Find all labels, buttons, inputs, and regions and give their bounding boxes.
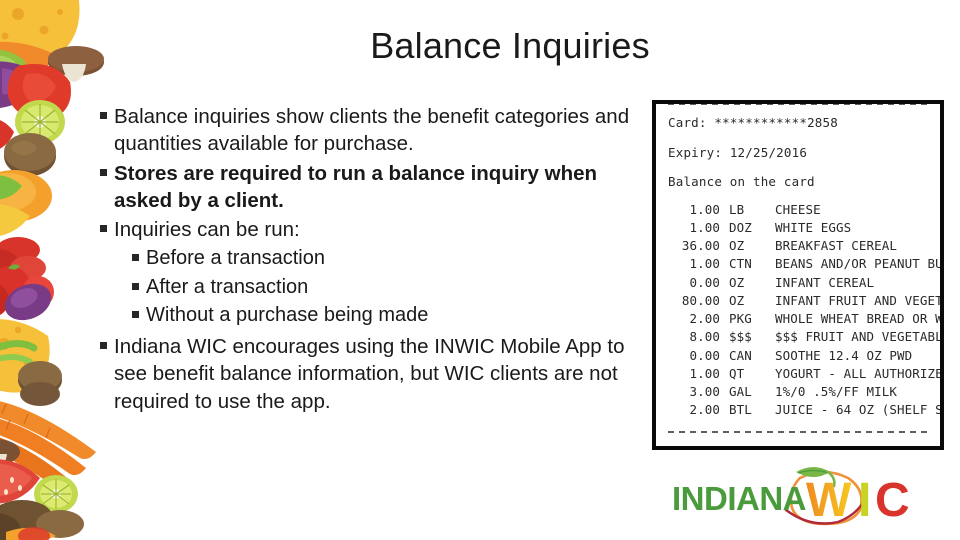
list-item: Before a transaction [100,245,645,272]
list-item-label: Indiana WIC encourages using the INWIC M… [114,335,625,413]
square-bullet-icon [132,254,139,262]
receipt-card-line: Card: ************2858 [668,115,940,130]
receipt-footer-dividers [668,426,940,446]
receipt-balance-header: Balance on the card [668,174,815,189]
receipt-item-desc: CHEESE [775,201,821,217]
receipt-item-qty: 2.00 [689,402,720,418]
receipt-dashed-divider-top [668,104,930,109]
receipt-card-label: Card: [668,115,707,130]
receipt-item-qty: 0.00 [689,347,720,363]
receipt-dashed-divider-2 [668,443,930,446]
page-title: Balance Inquiries [370,25,650,66]
receipt-item-unit: BTL [729,402,752,418]
receipt-expiry-line: Expiry: 12/25/2016 [668,144,940,160]
receipt-item-unit: OZ [729,292,745,308]
list-item-label: Balance inquiries show clients the benef… [114,105,630,156]
receipt-item-unit: QT [729,365,745,381]
receipt-item-qty: 2.00 [689,311,720,326]
receipt-item-row: 0.00 OZ INFANT CEREAL [668,274,940,292]
receipt-item-row: 2.00 BTL JUICE - 64 OZ (SHELF STAB [668,401,940,419]
receipt-item-row: 1.00 LB CHEESE [668,201,940,219]
receipt-item-row: 8.00 $$$ $$$ FRUIT AND VEGETABLES [668,328,940,346]
balance-inquiry-receipt-image: Card: ************2858 Expiry: 12/25/201… [652,100,944,450]
receipt-item-unit: PKG [729,311,752,326]
receipt-item-row: 1.00 CTN BEANS AND/OR PEANUT BUTTE [668,255,940,273]
receipt-expiry-label: Expiry: [668,144,723,160]
receipt-item-desc: INFANT CEREAL [775,274,875,290]
receipt-item-desc: BEANS AND/OR PEANUT BUTTE [775,256,940,272]
receipt-item-desc: SOOTHE 12.4 OZ PWD [775,347,913,363]
list-item-label: Before a transaction [146,247,325,270]
receipt-item-desc: BREAKFAST CEREAL [775,238,898,253]
receipt-item-desc: JUICE - 64 OZ (SHELF STAB [775,402,940,418]
square-bullet-icon [132,311,139,319]
receipt-item-qty: 0.00 [689,274,720,290]
receipt-item-qty: 3.00 [689,384,720,399]
receipt-item-desc: INFANT FRUIT AND VEGETABL [775,292,940,308]
receipt-card-value: ************2858 [714,115,838,130]
square-bullet-icon [132,282,139,290]
slide-canvas: Balance Inquiries Balance inquiries show… [0,0,960,540]
list-item-label: Stores are required to run a balance inq… [114,161,598,212]
receipt-item-unit: CAN [729,347,752,363]
receipt-item-row: 1.00 QT YOGURT - ALL AUTHORIZED [668,365,940,383]
receipt-item-qty: 1.00 [689,256,720,272]
receipt-item-qty: 1.00 [689,201,720,217]
receipt-item-desc: WHITE EGGS [775,219,852,235]
receipt-item-unit: OZ [729,238,745,253]
receipt-item-row: 2.00 PKG WHOLE WHEAT BREAD OR WHOL [668,310,940,328]
bullet-list: Balance inquiries show clients the benef… [100,103,645,417]
list-item: Stores are required to run a balance inq… [100,160,645,215]
receipt-item-qty: 8.00 [689,329,720,345]
receipt-item-row: 36.00 OZ BREAKFAST CEREAL [668,237,940,255]
receipt-item-qty: 1.00 [689,219,720,235]
food-collage-border [0,0,110,540]
list-item-label: Without a purchase being made [146,304,429,327]
receipt-item-desc: WHOLE WHEAT BREAD OR WHOL [775,311,940,326]
receipt-item-qty: 1.00 [689,365,720,381]
receipt-item-unit: DOZ [729,219,752,235]
receipt-item-unit: $$$ [729,329,752,345]
receipt-item-desc: 1%/0 .5%/FF MILK [775,384,898,399]
receipt-dashed-divider-1 [668,426,930,437]
receipt-item-row: 0.00 CAN SOOTHE 12.4 OZ PWD [668,347,940,365]
receipt-item-row: 3.00 GAL 1%/0 .5%/FF MILK [668,383,940,401]
indiana-wic-logo: INDIANA W I C [668,466,930,528]
receipt-item-qty: 80.00 [681,292,720,308]
receipt-item-qty: 36.00 [681,238,720,253]
list-item: Inquiries can be run: [100,216,645,243]
receipt-item-unit: LB [729,201,745,217]
receipt-item-desc: $$$ FRUIT AND VEGETABLES [775,329,940,345]
square-bullet-icon [100,112,107,119]
list-item: Indiana WIC encourages using the INWIC M… [100,333,645,415]
receipt-item-list: 1.00 LB CHEESE 1.00 DOZ WHITE EGGS 36.00… [668,201,940,420]
square-bullet-icon [100,342,107,350]
receipt-item-unit: GAL [729,384,752,399]
list-item-label: After a transaction [146,275,309,298]
receipt-item-unit: CTN [729,256,752,272]
square-bullet-icon [100,225,107,232]
receipt-item-row: 80.00 OZ INFANT FRUIT AND VEGETABL [668,292,940,310]
list-item: Balance inquiries show clients the benef… [100,103,645,158]
list-item-label: Inquiries can be run: [114,218,300,241]
logo-text-indiana: INDIANA [672,480,806,517]
receipt-item-unit: OZ [729,274,745,290]
square-bullet-icon [100,168,107,176]
receipt-item-row: 1.00 DOZ WHITE EGGS [668,219,940,237]
logo-letter-c: C [875,474,910,527]
logo-letter-w: W [806,474,852,527]
receipt-item-desc: YOGURT - ALL AUTHORIZED [775,365,940,381]
list-item: Without a purchase being made [100,302,645,329]
list-item: After a transaction [100,274,645,301]
receipt-expiry-value: 12/25/2016 [729,144,808,160]
logo-letter-i: I [858,474,871,527]
